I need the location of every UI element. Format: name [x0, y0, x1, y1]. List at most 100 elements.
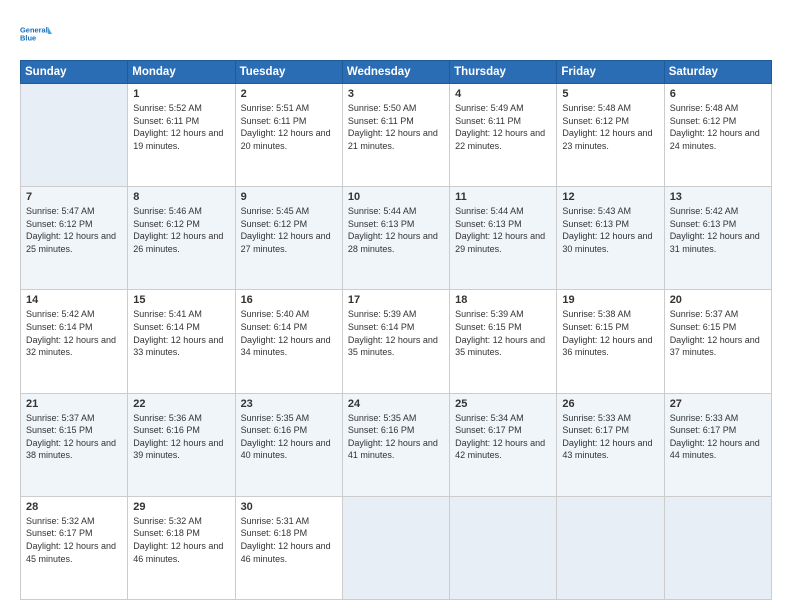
cell-info: Sunrise: 5:37 AMSunset: 6:15 PMDaylight:…: [670, 308, 766, 358]
cell-info: Sunrise: 5:43 AMSunset: 6:13 PMDaylight:…: [562, 205, 658, 255]
calendar-cell: 6 Sunrise: 5:48 AMSunset: 6:12 PMDayligh…: [664, 84, 771, 187]
calendar-body: 1 Sunrise: 5:52 AMSunset: 6:11 PMDayligh…: [21, 84, 772, 600]
calendar-cell: 24 Sunrise: 5:35 AMSunset: 6:16 PMDaylig…: [342, 393, 449, 496]
calendar-week-row: 7 Sunrise: 5:47 AMSunset: 6:12 PMDayligh…: [21, 187, 772, 290]
svg-text:Blue: Blue: [20, 33, 36, 42]
calendar-weekday-header: Sunday: [21, 61, 128, 84]
calendar-weekday-header: Saturday: [664, 61, 771, 84]
day-number: 16: [241, 294, 337, 306]
cell-info: Sunrise: 5:37 AMSunset: 6:15 PMDaylight:…: [26, 412, 122, 462]
day-number: 15: [133, 294, 229, 306]
calendar-week-row: 1 Sunrise: 5:52 AMSunset: 6:11 PMDayligh…: [21, 84, 772, 187]
calendar-cell: 11 Sunrise: 5:44 AMSunset: 6:13 PMDaylig…: [450, 187, 557, 290]
cell-info: Sunrise: 5:35 AMSunset: 6:16 PMDaylight:…: [241, 412, 337, 462]
cell-info: Sunrise: 5:33 AMSunset: 6:17 PMDaylight:…: [562, 412, 658, 462]
cell-info: Sunrise: 5:32 AMSunset: 6:18 PMDaylight:…: [133, 515, 229, 565]
calendar-cell: [664, 496, 771, 599]
calendar-weekday-header: Monday: [128, 61, 235, 84]
calendar-cell: 19 Sunrise: 5:38 AMSunset: 6:15 PMDaylig…: [557, 290, 664, 393]
day-number: 6: [670, 88, 766, 100]
calendar-week-row: 28 Sunrise: 5:32 AMSunset: 6:17 PMDaylig…: [21, 496, 772, 599]
calendar-cell: 22 Sunrise: 5:36 AMSunset: 6:16 PMDaylig…: [128, 393, 235, 496]
cell-info: Sunrise: 5:47 AMSunset: 6:12 PMDaylight:…: [26, 205, 122, 255]
day-number: 18: [455, 294, 551, 306]
calendar-cell: 25 Sunrise: 5:34 AMSunset: 6:17 PMDaylig…: [450, 393, 557, 496]
cell-info: Sunrise: 5:35 AMSunset: 6:16 PMDaylight:…: [348, 412, 444, 462]
day-number: 10: [348, 191, 444, 203]
calendar-cell: [557, 496, 664, 599]
day-number: 30: [241, 501, 337, 513]
calendar-cell: 12 Sunrise: 5:43 AMSunset: 6:13 PMDaylig…: [557, 187, 664, 290]
cell-info: Sunrise: 5:39 AMSunset: 6:14 PMDaylight:…: [348, 308, 444, 358]
logo: General Blue: [20, 18, 52, 50]
calendar-cell: 1 Sunrise: 5:52 AMSunset: 6:11 PMDayligh…: [128, 84, 235, 187]
day-number: 24: [348, 398, 444, 410]
day-number: 4: [455, 88, 551, 100]
cell-info: Sunrise: 5:44 AMSunset: 6:13 PMDaylight:…: [348, 205, 444, 255]
calendar-cell: 13 Sunrise: 5:42 AMSunset: 6:13 PMDaylig…: [664, 187, 771, 290]
calendar-weekday-header: Wednesday: [342, 61, 449, 84]
day-number: 11: [455, 191, 551, 203]
calendar-cell: 29 Sunrise: 5:32 AMSunset: 6:18 PMDaylig…: [128, 496, 235, 599]
day-number: 13: [670, 191, 766, 203]
day-number: 3: [348, 88, 444, 100]
calendar-week-row: 14 Sunrise: 5:42 AMSunset: 6:14 PMDaylig…: [21, 290, 772, 393]
cell-info: Sunrise: 5:40 AMSunset: 6:14 PMDaylight:…: [241, 308, 337, 358]
calendar-cell: 9 Sunrise: 5:45 AMSunset: 6:12 PMDayligh…: [235, 187, 342, 290]
cell-info: Sunrise: 5:39 AMSunset: 6:15 PMDaylight:…: [455, 308, 551, 358]
day-number: 20: [670, 294, 766, 306]
calendar-table: SundayMondayTuesdayWednesdayThursdayFrid…: [20, 60, 772, 600]
day-number: 25: [455, 398, 551, 410]
cell-info: Sunrise: 5:42 AMSunset: 6:14 PMDaylight:…: [26, 308, 122, 358]
cell-info: Sunrise: 5:44 AMSunset: 6:13 PMDaylight:…: [455, 205, 551, 255]
cell-info: Sunrise: 5:51 AMSunset: 6:11 PMDaylight:…: [241, 102, 337, 152]
day-number: 17: [348, 294, 444, 306]
calendar-header-row: SundayMondayTuesdayWednesdayThursdayFrid…: [21, 61, 772, 84]
day-number: 23: [241, 398, 337, 410]
day-number: 5: [562, 88, 658, 100]
cell-info: Sunrise: 5:45 AMSunset: 6:12 PMDaylight:…: [241, 205, 337, 255]
calendar-cell: 20 Sunrise: 5:37 AMSunset: 6:15 PMDaylig…: [664, 290, 771, 393]
calendar-cell: 3 Sunrise: 5:50 AMSunset: 6:11 PMDayligh…: [342, 84, 449, 187]
cell-info: Sunrise: 5:49 AMSunset: 6:11 PMDaylight:…: [455, 102, 551, 152]
day-number: 27: [670, 398, 766, 410]
day-number: 29: [133, 501, 229, 513]
day-number: 19: [562, 294, 658, 306]
day-number: 28: [26, 501, 122, 513]
calendar-weekday-header: Thursday: [450, 61, 557, 84]
calendar-weekday-header: Tuesday: [235, 61, 342, 84]
calendar-cell: [450, 496, 557, 599]
cell-info: Sunrise: 5:52 AMSunset: 6:11 PMDaylight:…: [133, 102, 229, 152]
calendar-cell: 23 Sunrise: 5:35 AMSunset: 6:16 PMDaylig…: [235, 393, 342, 496]
calendar-cell: 8 Sunrise: 5:46 AMSunset: 6:12 PMDayligh…: [128, 187, 235, 290]
cell-info: Sunrise: 5:36 AMSunset: 6:16 PMDaylight:…: [133, 412, 229, 462]
calendar-cell: 14 Sunrise: 5:42 AMSunset: 6:14 PMDaylig…: [21, 290, 128, 393]
calendar-cell: 21 Sunrise: 5:37 AMSunset: 6:15 PMDaylig…: [21, 393, 128, 496]
calendar-cell: 16 Sunrise: 5:40 AMSunset: 6:14 PMDaylig…: [235, 290, 342, 393]
calendar-cell: 15 Sunrise: 5:41 AMSunset: 6:14 PMDaylig…: [128, 290, 235, 393]
day-number: 7: [26, 191, 122, 203]
logo-svg: General Blue: [20, 18, 52, 50]
calendar-cell: 26 Sunrise: 5:33 AMSunset: 6:17 PMDaylig…: [557, 393, 664, 496]
calendar-cell: [21, 84, 128, 187]
cell-info: Sunrise: 5:34 AMSunset: 6:17 PMDaylight:…: [455, 412, 551, 462]
cell-info: Sunrise: 5:32 AMSunset: 6:17 PMDaylight:…: [26, 515, 122, 565]
day-number: 21: [26, 398, 122, 410]
calendar-cell: [342, 496, 449, 599]
calendar-cell: 28 Sunrise: 5:32 AMSunset: 6:17 PMDaylig…: [21, 496, 128, 599]
cell-info: Sunrise: 5:33 AMSunset: 6:17 PMDaylight:…: [670, 412, 766, 462]
calendar-cell: 17 Sunrise: 5:39 AMSunset: 6:14 PMDaylig…: [342, 290, 449, 393]
calendar-cell: 30 Sunrise: 5:31 AMSunset: 6:18 PMDaylig…: [235, 496, 342, 599]
day-number: 8: [133, 191, 229, 203]
calendar-cell: 5 Sunrise: 5:48 AMSunset: 6:12 PMDayligh…: [557, 84, 664, 187]
cell-info: Sunrise: 5:41 AMSunset: 6:14 PMDaylight:…: [133, 308, 229, 358]
day-number: 2: [241, 88, 337, 100]
day-number: 22: [133, 398, 229, 410]
cell-info: Sunrise: 5:48 AMSunset: 6:12 PMDaylight:…: [562, 102, 658, 152]
day-number: 1: [133, 88, 229, 100]
cell-info: Sunrise: 5:38 AMSunset: 6:15 PMDaylight:…: [562, 308, 658, 358]
cell-info: Sunrise: 5:31 AMSunset: 6:18 PMDaylight:…: [241, 515, 337, 565]
cell-info: Sunrise: 5:46 AMSunset: 6:12 PMDaylight:…: [133, 205, 229, 255]
cell-info: Sunrise: 5:50 AMSunset: 6:11 PMDaylight:…: [348, 102, 444, 152]
day-number: 9: [241, 191, 337, 203]
